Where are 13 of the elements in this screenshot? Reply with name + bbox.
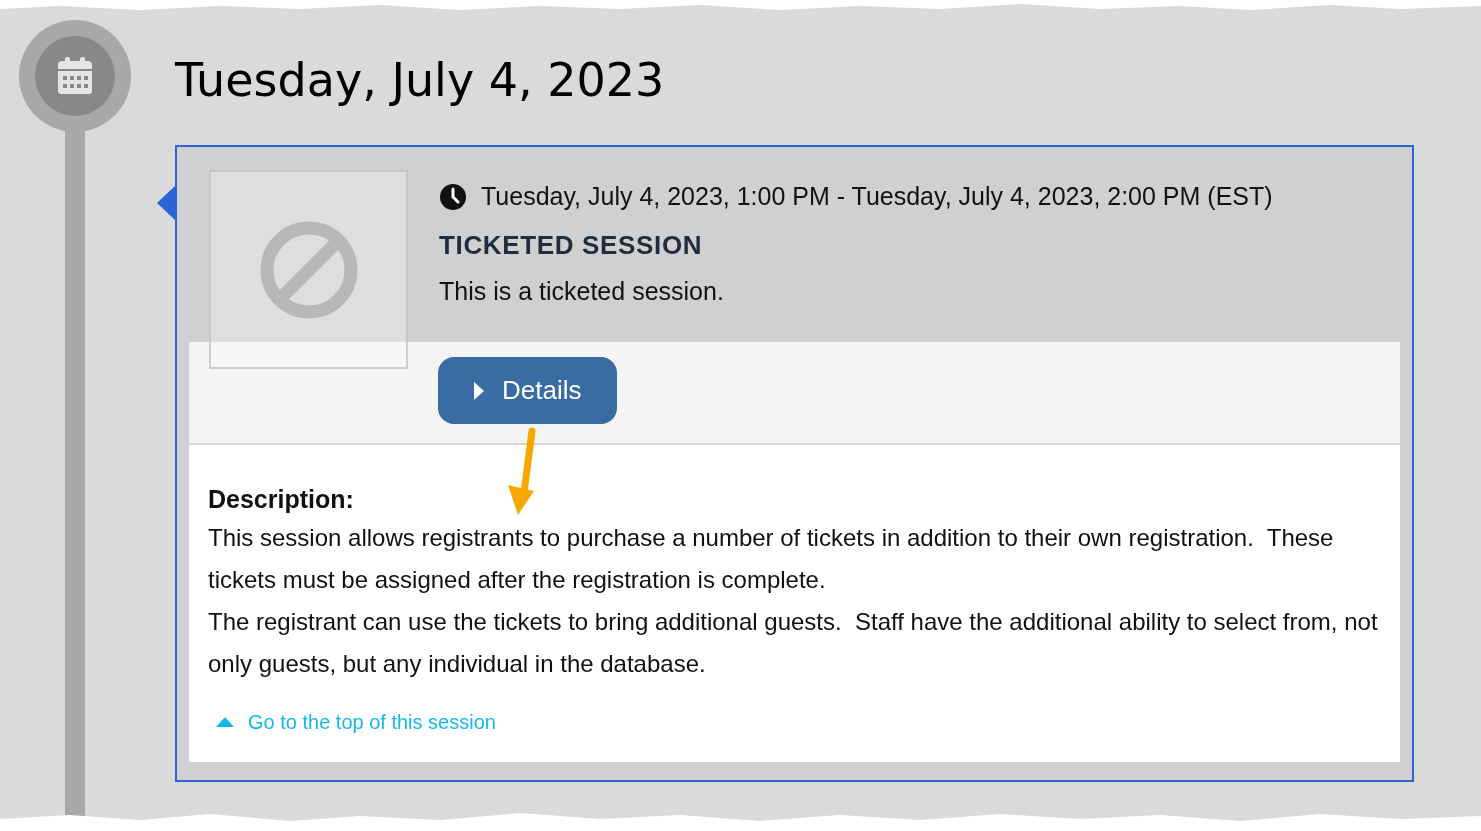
caret-up-icon [216,717,234,727]
description-paragraph: This session allows registrants to purchase a number of tickets in addition to their own registration. These tickets must be assigned after the registration is complete. [208,523,1335,595]
session-summary: This is a ticketed session. [439,276,724,307]
details-button[interactable]: Details [438,357,618,424]
calendar-icon [58,57,92,95]
session-title: TICKETED SESSION [439,229,703,262]
date-heading: Tuesday, July 4, 2023 [175,52,665,109]
description-label: Description: [208,484,354,515]
no-image-icon [258,219,359,320]
description-paragraph: The registrant can use the tickets to bring additional guests. Staff have the additional ability to select from, not only guests, but any individual in the database. [208,607,1378,679]
session-time: Tuesday, July 4, 2023, 1:00 PM - Tuesday, July 4, 2023, 2:00 PM (EST) [481,181,1273,213]
clock-icon [439,183,467,211]
caret-icon [474,381,484,400]
